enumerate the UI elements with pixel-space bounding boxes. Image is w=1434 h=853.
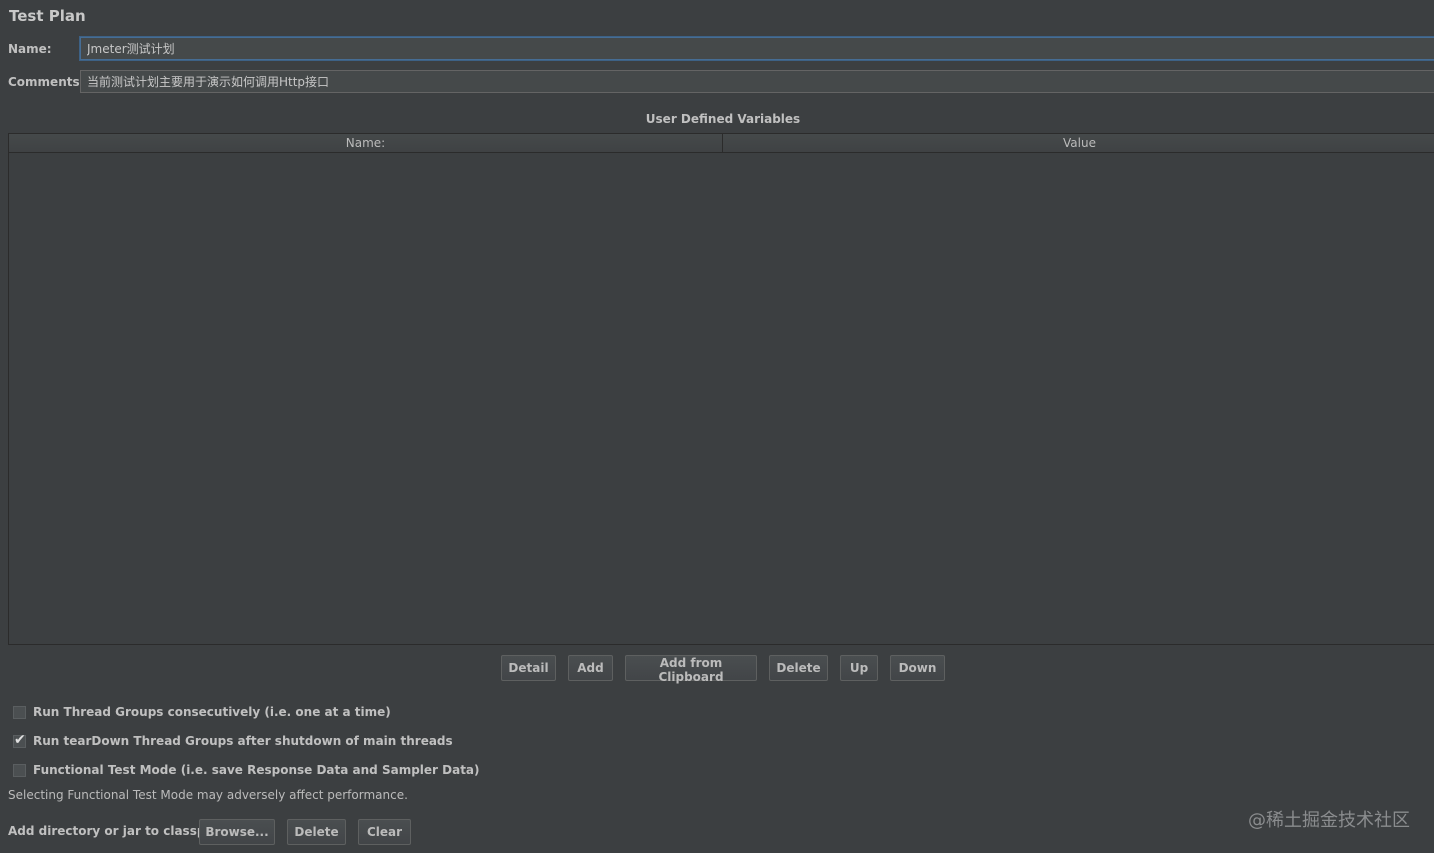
table-button-row: Detail Add Add from Clipboard Delete Up … (0, 655, 1434, 684)
classpath-delete-button[interactable]: Delete (287, 819, 346, 845)
down-button[interactable]: Down (890, 655, 945, 681)
name-input[interactable] (80, 37, 1434, 60)
functional-mode-note: Selecting Functional Test Mode may adver… (8, 788, 408, 802)
watermark: @稀土掘金技术社区 (1248, 810, 1410, 831)
user-variables-table[interactable]: Name: Value (8, 133, 1434, 645)
column-header-name[interactable]: Name: (9, 134, 723, 152)
add-button[interactable]: Add (568, 655, 613, 681)
table-header: Name: Value (9, 134, 1434, 153)
option-functional-test-mode[interactable]: Functional Test Mode (i.e. save Response… (13, 762, 480, 778)
name-label: Name: (8, 42, 52, 56)
option-run-teardown[interactable]: ✔ Run tearDown Thread Groups after shutd… (13, 731, 453, 749)
column-header-value[interactable]: Value (723, 134, 1434, 152)
comments-label: Comments: (8, 75, 85, 89)
browse-button[interactable]: Browse... (199, 819, 275, 845)
panel-title: Test Plan (9, 7, 86, 25)
checkmark-icon: ✔ (14, 731, 26, 748)
option-label: Run tearDown Thread Groups after shutdow… (33, 734, 453, 748)
option-run-consecutively[interactable]: Run Thread Groups consecutively (i.e. on… (13, 704, 391, 720)
comments-input[interactable] (80, 70, 1434, 93)
checkbox-functional-test-mode[interactable] (13, 763, 26, 777)
checkbox-run-consecutively[interactable] (13, 705, 26, 719)
user-defined-variables-title: User Defined Variables (645, 112, 801, 126)
classpath-clear-button[interactable]: Clear (358, 819, 411, 845)
checkbox-run-teardown[interactable]: ✔ (13, 731, 26, 748)
classpath-label: Add directory or jar to classpath (8, 824, 228, 838)
delete-row-button[interactable]: Delete (769, 655, 828, 681)
table-body[interactable] (9, 153, 1434, 645)
option-label: Run Thread Groups consecutively (i.e. on… (33, 705, 391, 719)
up-button[interactable]: Up (840, 655, 878, 681)
detail-button[interactable]: Detail (501, 655, 556, 681)
add-from-clipboard-button[interactable]: Add from Clipboard (625, 655, 757, 684)
option-label: Functional Test Mode (i.e. save Response… (33, 763, 480, 777)
